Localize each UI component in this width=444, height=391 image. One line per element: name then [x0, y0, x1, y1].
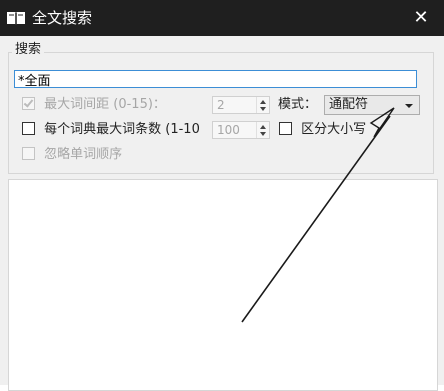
ignore-word-order-label: 忽略单词顺序 [44, 147, 123, 162]
max-word-gap-spinner[interactable]: 2 [212, 96, 270, 114]
max-entries-checkbox[interactable] [22, 122, 35, 135]
spin-up-icon[interactable] [260, 125, 266, 129]
max-entries-value: 100 [217, 123, 240, 137]
close-icon: ✕ [413, 7, 429, 28]
search-input[interactable] [14, 70, 417, 88]
case-sensitive-option[interactable]: 区分大小写 [279, 121, 366, 139]
max-word-gap-checkbox[interactable] [22, 97, 35, 110]
spin-down-icon[interactable] [260, 132, 266, 136]
mode-selected-value: 通配符 [329, 97, 369, 112]
max-entries-option[interactable]: 每个词典最大词条数 (1-10 [22, 121, 200, 139]
search-group-label: 搜索 [12, 42, 45, 58]
max-word-gap-value: 2 [217, 98, 225, 112]
spinner-arrows[interactable] [256, 97, 269, 113]
mode-label: 模式： [278, 97, 318, 112]
title-bar: 全文搜索 ✕ [0, 0, 444, 36]
mode-select[interactable]: 通配符 [324, 95, 420, 115]
spin-down-icon[interactable] [260, 107, 266, 111]
book-icon [7, 12, 25, 25]
window-title: 全文搜索 [32, 9, 93, 27]
spin-up-icon[interactable] [260, 100, 266, 104]
chevron-down-icon [405, 104, 413, 108]
results-pane[interactable] [8, 179, 438, 391]
max-word-gap-option[interactable]: 最大词间距 (0-15)： [22, 96, 166, 114]
dialog-body: 搜索 最大词间距 (0-15)： 2 模式： 通配符 每个词典最大词条数 (1-… [0, 36, 444, 391]
ignore-word-order-checkbox[interactable] [22, 147, 35, 160]
close-button[interactable]: ✕ [398, 0, 444, 36]
spinner-arrows[interactable] [256, 122, 269, 138]
case-sensitive-checkbox[interactable] [279, 122, 292, 135]
max-entries-label: 每个词典最大词条数 (1-10 [44, 122, 200, 137]
case-sensitive-label: 区分大小写 [301, 122, 367, 137]
max-word-gap-label: 最大词间距 (0-15)： [44, 97, 166, 112]
max-entries-spinner[interactable]: 100 [212, 121, 270, 139]
ignore-word-order-option[interactable]: 忽略单词顺序 [22, 146, 122, 164]
